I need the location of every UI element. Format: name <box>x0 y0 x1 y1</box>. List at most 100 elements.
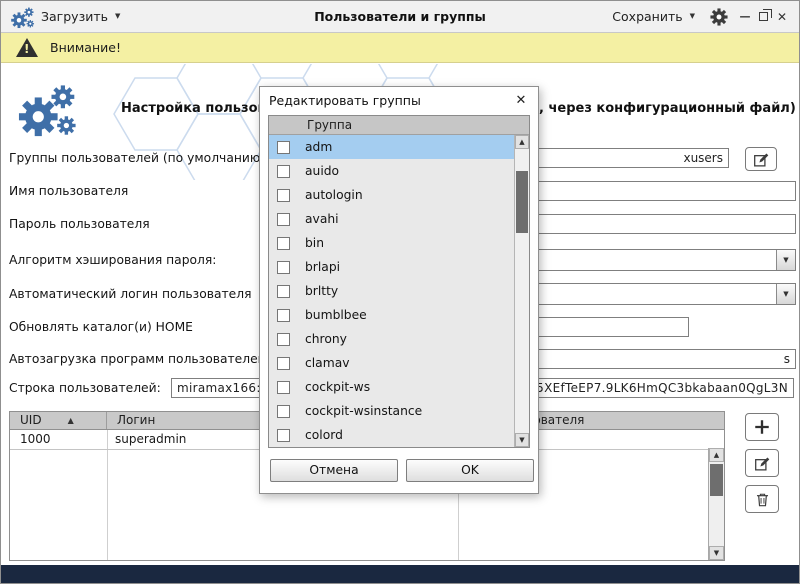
groups-column-header[interactable]: Группа <box>269 116 529 135</box>
group-label: colord <box>305 428 343 442</box>
group-label: brltty <box>305 284 338 298</box>
pencil-icon <box>753 151 770 168</box>
group-checkbox[interactable] <box>277 165 290 178</box>
group-label: autologin <box>305 188 363 202</box>
groups-list: Группа adm auido autologin avahi <box>268 115 530 448</box>
group-label: brlapi <box>305 260 340 274</box>
group-label: cockpit-ws <box>305 380 370 394</box>
app-window: Загрузить ▼ Пользователи и группы Сохран… <box>0 0 800 584</box>
maximize-button[interactable] <box>755 1 771 32</box>
column-header-uid[interactable]: UID ▲ <box>10 412 107 429</box>
username-label: Имя пользователя <box>9 181 128 201</box>
group-checkbox[interactable] <box>277 333 290 346</box>
user-string-label: Строка пользователей: <box>9 378 161 398</box>
group-label: avahi <box>305 212 339 226</box>
group-checkbox[interactable] <box>277 309 290 322</box>
restore-icon <box>759 12 768 21</box>
group-label: chrony <box>305 332 347 346</box>
group-row[interactable]: bin <box>269 231 514 255</box>
warning-text: Внимание! <box>50 40 121 55</box>
group-checkbox[interactable] <box>277 357 290 370</box>
bottom-bar <box>1 565 799 583</box>
hash-algorithm-label: Алгоритм хэширования пароля: <box>9 250 216 270</box>
group-row[interactable]: adm <box>269 135 514 159</box>
group-row[interactable]: cockpit-wsinstance <box>269 399 514 423</box>
save-menu-button[interactable]: Сохранить ▼ <box>612 1 695 32</box>
delete-user-button[interactable] <box>745 485 779 513</box>
minimize-button[interactable]: — <box>737 1 753 32</box>
group-row[interactable]: clamav <box>269 351 514 375</box>
group-row[interactable]: brlapi <box>269 255 514 279</box>
group-row[interactable]: cockpit-ws <box>269 375 514 399</box>
close-button[interactable]: ✕ <box>774 1 790 32</box>
group-checkbox[interactable] <box>277 405 290 418</box>
load-menu-label: Загрузить <box>41 9 108 24</box>
scrollbar-thumb[interactable] <box>516 171 528 233</box>
default-groups-label: Группы пользователей (по умолчанию) <box>9 148 265 168</box>
group-row[interactable]: brltty <box>269 279 514 303</box>
add-user-button[interactable] <box>745 413 779 441</box>
scroll-up-icon[interactable]: ▲ <box>709 448 724 462</box>
dialog-titlebar: Редактировать группы ✕ <box>260 87 538 113</box>
scroll-down-icon[interactable]: ▼ <box>709 546 724 560</box>
group-row[interactable]: autologin <box>269 183 514 207</box>
groups-scrollbar[interactable]: ▲ ▼ <box>514 135 529 447</box>
scroll-down-icon[interactable]: ▼ <box>515 433 529 447</box>
edit-user-button[interactable] <box>745 449 779 477</box>
save-menu-label: Сохранить <box>612 9 682 24</box>
group-checkbox[interactable] <box>277 213 290 226</box>
dialog-title: Редактировать группы <box>269 93 421 108</box>
group-label: bin <box>305 236 324 250</box>
warning-bar: Внимание! <box>1 33 799 63</box>
group-label: adm <box>305 140 332 154</box>
group-row[interactable]: colord <box>269 423 514 447</box>
window-title: Пользователи и группы <box>201 1 599 32</box>
ok-button[interactable]: OK <box>406 459 534 482</box>
chevron-down-icon: ▼ <box>690 13 695 20</box>
chevron-down-icon: ▼ <box>783 257 788 264</box>
load-menu-button[interactable]: Загрузить ▼ <box>41 1 120 32</box>
settings-gear-icon[interactable] <box>710 8 728 26</box>
app-gears-logo <box>16 79 78 141</box>
update-home-label: Обновлять каталог(и) HOME <box>9 317 193 337</box>
autostart-label: Автозагрузка программ пользователей <box>9 349 266 369</box>
group-checkbox[interactable] <box>277 141 290 154</box>
dialog-close-icon[interactable]: ✕ <box>513 93 529 108</box>
chevron-down-icon: ▼ <box>783 291 788 298</box>
cell-uid: 1000 <box>10 430 107 449</box>
group-label: bumblbee <box>305 308 367 322</box>
group-checkbox[interactable] <box>277 237 290 250</box>
autologin-label: Автоматический логин пользователя <box>9 284 252 304</box>
combo-dropdown-button[interactable]: ▼ <box>776 250 795 270</box>
autostart-value: s <box>784 352 790 366</box>
combo-dropdown-button[interactable]: ▼ <box>776 284 795 304</box>
group-row[interactable]: chrony <box>269 327 514 351</box>
cancel-button[interactable]: Отмена <box>270 459 398 482</box>
edit-groups-button[interactable] <box>745 147 777 171</box>
group-checkbox[interactable] <box>277 285 290 298</box>
scroll-up-icon[interactable]: ▲ <box>515 135 529 149</box>
group-checkbox[interactable] <box>277 429 290 442</box>
groups-rows: adm auido autologin avahi bin <box>269 135 514 447</box>
app-gears-icon <box>10 5 35 30</box>
group-label: clamav <box>305 356 350 370</box>
group-row[interactable]: auido <box>269 159 514 183</box>
table-scrollbar[interactable]: ▲ ▼ <box>708 448 724 560</box>
warning-icon <box>16 38 38 57</box>
edit-groups-dialog: Редактировать группы ✕ Группа adm auido … <box>259 86 539 494</box>
group-checkbox[interactable] <box>277 381 290 394</box>
group-checkbox[interactable] <box>277 189 290 202</box>
user-string-value-tail: 5XEfTeEP7.9LK6HmQC3bkabaan0QgL3N <box>536 381 788 395</box>
group-checkbox[interactable] <box>277 261 290 274</box>
scrollbar-thumb[interactable] <box>710 464 723 496</box>
toolbar: Загрузить ▼ Пользователи и группы Сохран… <box>1 1 799 33</box>
chevron-down-icon: ▼ <box>115 13 120 20</box>
page-heading-right: , через конфигурационный файл) <box>539 101 796 116</box>
sort-asc-icon: ▲ <box>68 412 74 429</box>
group-label: auido <box>305 164 339 178</box>
group-label: cockpit-wsinstance <box>305 404 422 418</box>
group-row[interactable]: avahi <box>269 207 514 231</box>
group-row[interactable]: bumblbee <box>269 303 514 327</box>
pencil-icon <box>754 455 771 472</box>
password-label: Пароль пользователя <box>9 214 150 234</box>
